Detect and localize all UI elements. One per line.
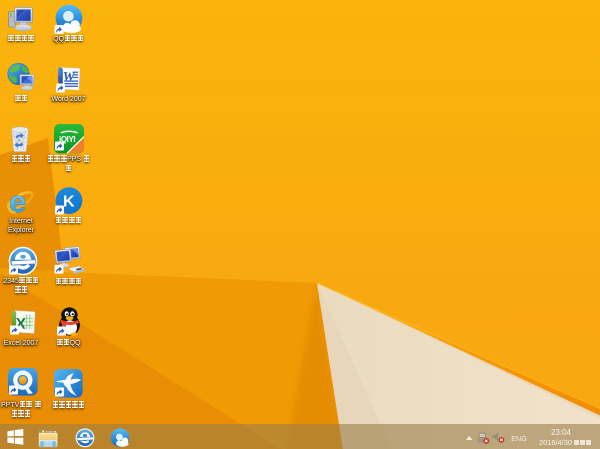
svg-text:K: K [63, 194, 75, 211]
